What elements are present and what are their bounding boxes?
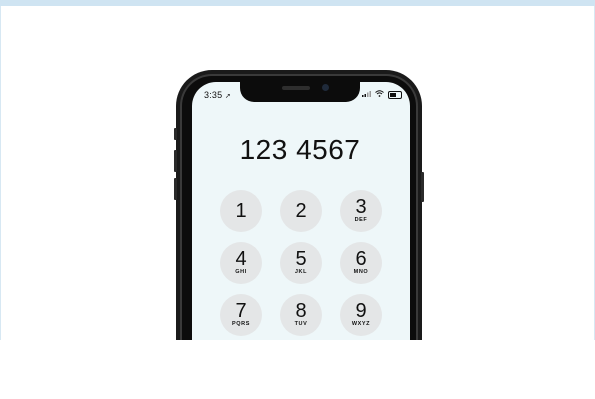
key-letters: TUV <box>294 321 308 327</box>
key-1[interactable]: 1 <box>220 190 262 232</box>
key-digit: 8 <box>295 300 307 322</box>
power-button <box>421 172 424 202</box>
key-3[interactable]: 3 DEF <box>340 190 382 232</box>
status-time-text: 3:35 <box>204 90 223 100</box>
front-camera <box>322 84 329 91</box>
wifi-icon <box>375 90 385 99</box>
volume-down-button <box>174 178 177 200</box>
key-2[interactable]: 2 <box>280 190 322 232</box>
key-digit: 7 <box>235 300 247 322</box>
key-digit: 1 <box>235 200 247 222</box>
key-4[interactable]: 4 GHI <box>220 242 262 284</box>
status-icons <box>362 90 404 99</box>
key-9[interactable]: 9 WXYZ <box>340 294 382 336</box>
key-digit: 3 <box>355 196 367 218</box>
speaker-grille <box>282 86 310 90</box>
dialed-number: 123 4567 <box>239 134 361 165</box>
key-6[interactable]: 6 MNO <box>340 242 382 284</box>
key-digit: 6 <box>355 248 367 270</box>
key-letters: DEF <box>354 217 368 223</box>
location-arrow-icon: ➚ <box>225 93 232 100</box>
battery-icon <box>388 90 403 99</box>
key-letters: PQRS <box>232 321 250 327</box>
key-digit: 9 <box>355 300 367 322</box>
key-8[interactable]: 8 TUV <box>280 294 322 336</box>
notch <box>240 80 360 102</box>
key-digit: 5 <box>295 248 307 270</box>
top-strip <box>0 0 595 6</box>
cell-signal-icon <box>362 90 371 99</box>
key-digit: 2 <box>295 200 307 222</box>
key-letters: GHI <box>235 269 247 275</box>
key-5[interactable]: 5 JKL <box>280 242 322 284</box>
status-time: 3:35 ➚ <box>204 90 231 100</box>
key-7[interactable]: 7 PQRS <box>220 294 262 336</box>
key-digit: 4 <box>235 248 247 270</box>
key-letters: JKL <box>294 269 308 275</box>
mute-switch <box>174 128 177 140</box>
key-letters: WXYZ <box>351 321 371 327</box>
volume-up-button <box>174 150 177 172</box>
bottom-mask <box>0 340 595 399</box>
key-letters: MNO <box>353 269 369 275</box>
